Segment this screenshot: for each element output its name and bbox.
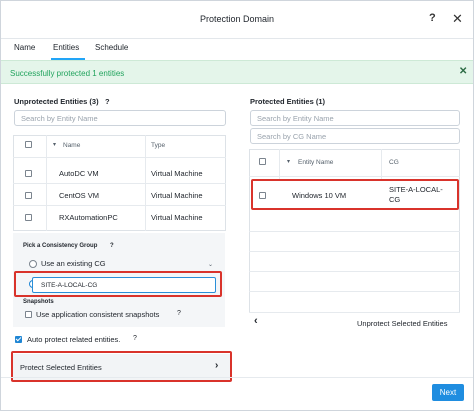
select-all-protected-checkbox[interactable] <box>259 158 266 165</box>
row-divider <box>249 176 460 177</box>
sort-caret-icon[interactable]: ▾ <box>53 141 56 148</box>
unprotect-selected-entities-button[interactable]: Unprotect Selected Entities <box>357 319 447 328</box>
protected-cg-search-input[interactable] <box>250 128 460 144</box>
unprotected-search-input[interactable] <box>14 110 226 126</box>
existing-cg-dropdown-icon[interactable]: ⌄ <box>208 261 213 268</box>
row-divider <box>249 271 460 272</box>
row-divider <box>13 183 226 184</box>
tab-schedule[interactable]: Schedule <box>95 43 128 52</box>
dialog-titlebar: Protection Domain ? ✕ <box>1 1 473 39</box>
auto-protect-checkbox[interactable] <box>15 336 22 343</box>
highlight-box-cg <box>14 271 222 297</box>
success-banner: Successfully protected 1 entities ✕ <box>1 60 473 84</box>
row-name: CentOS VM <box>59 191 100 200</box>
column-header-cg[interactable]: CG <box>389 159 399 166</box>
column-header-type[interactable]: Type <box>151 142 165 149</box>
row-checkbox[interactable] <box>25 170 32 177</box>
highlight-box-protected-row <box>251 179 459 210</box>
help-icon[interactable]: ? <box>429 12 436 24</box>
banner-message: Successfully protected 1 entities <box>10 69 125 78</box>
existing-cg-radio[interactable] <box>29 260 37 268</box>
close-icon[interactable]: ✕ <box>452 11 463 27</box>
auto-protect-label: Auto protect related entities. <box>27 335 121 344</box>
protection-domain-dialog: Protection Domain ? ✕ Name Entities Sche… <box>0 0 474 411</box>
unprotected-entities-title: Unprotected Entities (3) <box>14 97 99 106</box>
cg-help-icon[interactable]: ? <box>110 243 114 249</box>
app-consistent-snapshots-checkbox[interactable] <box>25 311 32 318</box>
row-type: Virtual Machine <box>151 169 203 178</box>
chevron-left-icon[interactable]: ‹ <box>254 315 258 327</box>
column-header-entity-name[interactable]: Entity Name <box>298 159 333 166</box>
protected-entities-title: Protected Entities (1) <box>250 97 326 106</box>
row-name: RXAutomationPC <box>59 213 118 222</box>
snapshots-help-icon[interactable]: ? <box>177 310 181 317</box>
existing-cg-label: Use an existing CG <box>41 259 106 268</box>
cg-title: Pick a Consistency Group <box>23 243 98 249</box>
dialog-title: Protection Domain <box>199 14 275 24</box>
unprotected-help-icon[interactable]: ? <box>105 97 110 106</box>
row-type: Virtual Machine <box>151 191 203 200</box>
sort-caret-icon[interactable]: ▾ <box>287 158 290 165</box>
row-checkbox[interactable] <box>25 192 32 199</box>
unprotect-bar: ‹ Unprotect Selected Entities <box>249 312 460 332</box>
next-button[interactable]: Next <box>432 384 464 401</box>
app-consistent-snapshots-label: Use application consistent snapshots <box>36 310 160 319</box>
tab-entities[interactable]: Entities <box>53 43 79 52</box>
table-divider <box>279 149 280 179</box>
row-name: AutoDC VM <box>59 169 99 178</box>
auto-protect-help-icon[interactable]: ? <box>133 335 137 342</box>
footer-divider <box>1 377 473 378</box>
column-header-name[interactable]: Name <box>63 142 80 149</box>
tab-bar: Name Entities Schedule <box>1 39 473 60</box>
row-type: Virtual Machine <box>151 213 203 222</box>
banner-close-icon[interactable]: ✕ <box>459 66 467 77</box>
select-all-checkbox[interactable] <box>25 141 32 148</box>
row-divider <box>249 231 460 232</box>
tab-name[interactable]: Name <box>14 43 35 52</box>
row-checkbox[interactable] <box>25 214 32 221</box>
table-divider <box>381 149 382 179</box>
row-divider <box>13 205 226 206</box>
row-divider <box>13 157 226 158</box>
row-divider <box>249 291 460 292</box>
protected-entity-search-input[interactable] <box>250 110 460 126</box>
row-divider <box>249 251 460 252</box>
snapshots-title: Snapshots <box>23 299 54 305</box>
